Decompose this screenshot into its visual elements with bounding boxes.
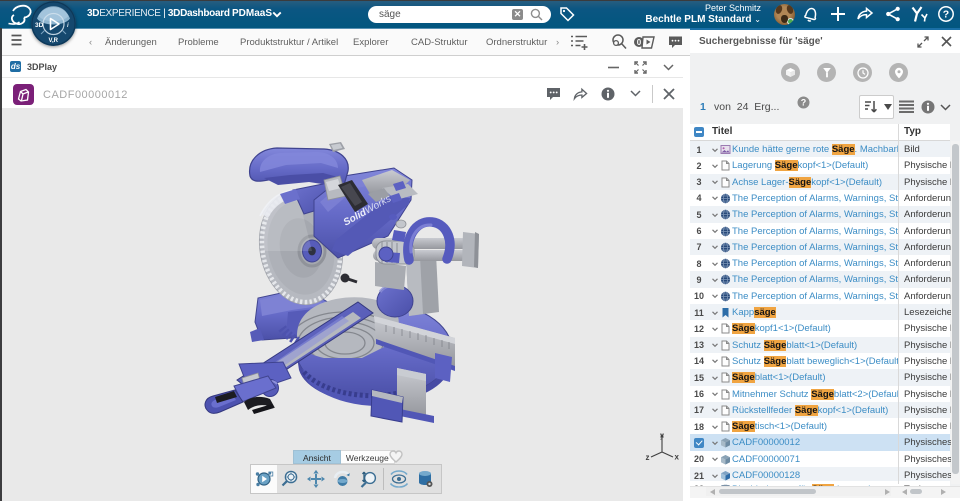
svg-text:x: x <box>675 453 680 462</box>
svg-text:3D: 3D <box>35 22 44 29</box>
svg-text:y: y <box>660 431 664 440</box>
svg-text:?: ? <box>801 98 807 108</box>
svg-text:0: 0 <box>637 38 642 47</box>
svg-text:z: z <box>646 453 650 462</box>
svg-text:V,R: V,R <box>49 38 59 44</box>
svg-text:?: ? <box>943 9 949 21</box>
